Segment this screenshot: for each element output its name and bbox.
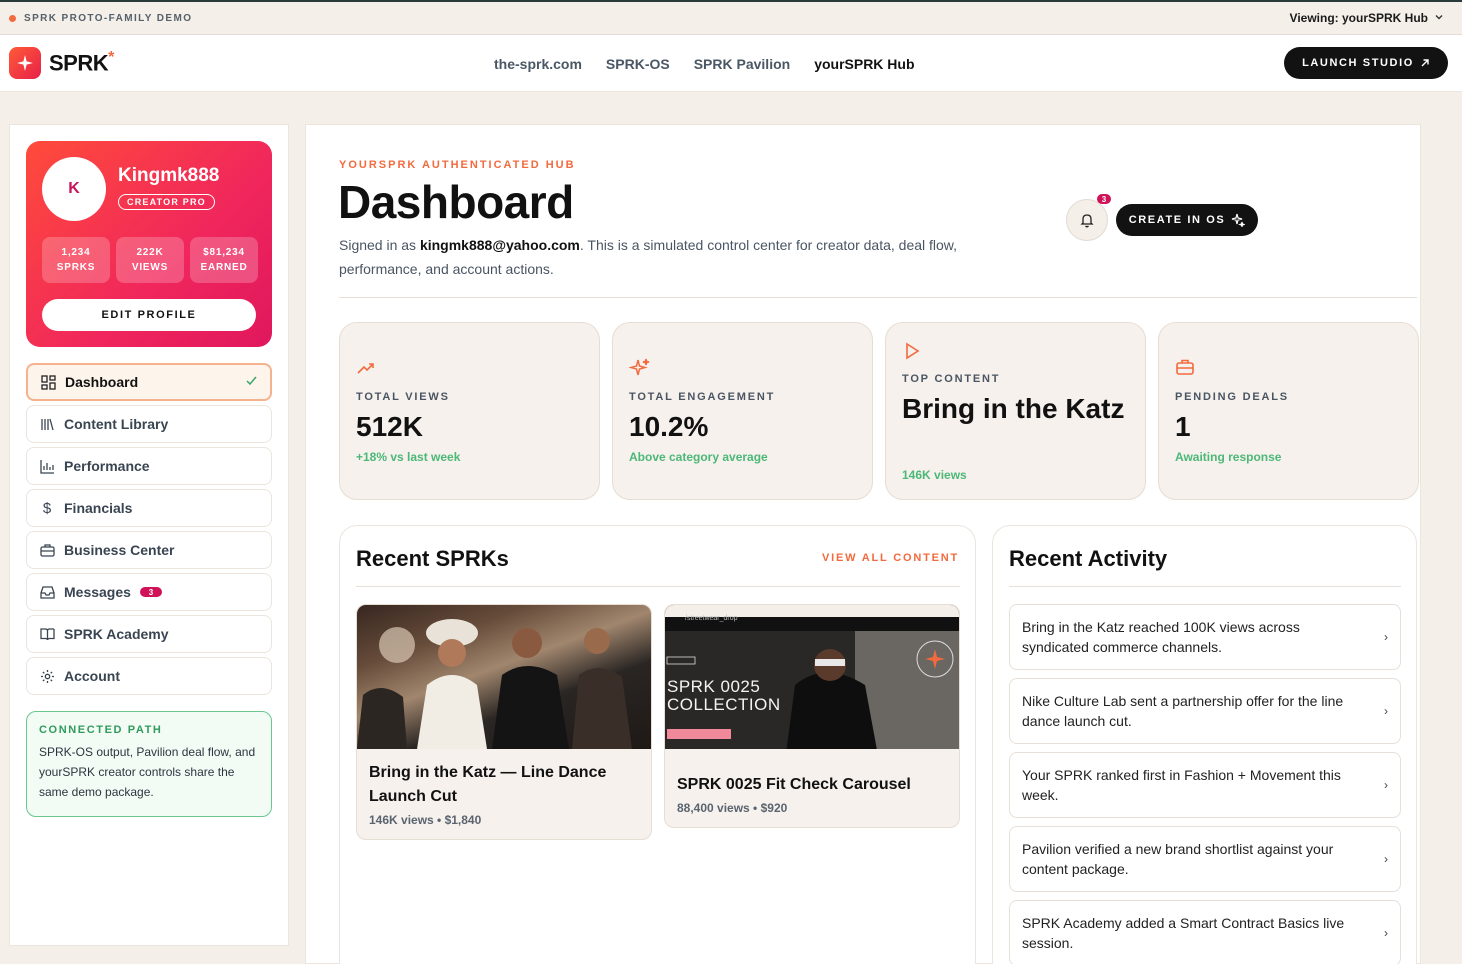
sidebar-item-content-library[interactable]: Content Library — [26, 405, 272, 443]
sidebar-item-dashboard[interactable]: Dashboard — [26, 363, 272, 401]
sprk-card-2[interactable]: /streetwear_drop SPRK 0025 COLLECTION SP… — [664, 604, 960, 828]
banner-text: SPRK PROTO-FAMILY DEMO — [24, 12, 193, 24]
sparkle-icon — [628, 357, 650, 377]
bar-chart-icon — [39, 458, 55, 474]
creator-badge: CREATOR PRO — [118, 194, 215, 210]
launch-studio-button[interactable]: LAUNCH STUDIO — [1284, 47, 1448, 79]
trending-up-icon — [356, 359, 376, 379]
play-icon — [902, 341, 922, 361]
thumb-headline-1: SPRK 0025 — [667, 677, 761, 696]
logo-text: SPRK* — [49, 49, 114, 76]
page-title: Dashboard — [338, 176, 574, 228]
sidebar: K Kingmk888 CREATOR PRO 1,234 SPRKS 222K V… — [9, 124, 289, 946]
main-nav: the-sprk.com SPRK-OS SPRK Pavilion yourS… — [494, 35, 915, 92]
book-icon — [39, 626, 55, 642]
chevron-right-icon: › — [1384, 926, 1388, 940]
activity-divider — [1009, 586, 1401, 587]
top-header: SPRK* the-sprk.com SPRK-OS SPRK Pavilion… — [0, 35, 1462, 92]
status-dot — [9, 14, 16, 22]
profile-name: Kingmk888 — [118, 165, 220, 186]
recent-divider — [356, 586, 960, 587]
connected-path-card: CONNECTED PATH SPRK-OS output, Pavilion … — [26, 711, 272, 817]
stat-earned: $81,234 EARNED — [190, 237, 258, 283]
sidebar-item-account[interactable]: Account — [26, 657, 272, 695]
chevron-down-icon — [1434, 12, 1444, 25]
activity-item[interactable]: Bring in the Katz reached 100K views acr… — [1009, 604, 1401, 670]
sidebar-item-messages[interactable]: Messages 3 — [26, 573, 272, 611]
messages-badge: 3 — [139, 587, 162, 597]
recent-activity-panel: Recent Activity Bring in the Katz reache… — [992, 525, 1417, 964]
kpi-total-engagement[interactable]: TOTAL ENGAGEMENT 10.2% Above category av… — [612, 322, 873, 500]
sprk-card-title: Bring in the Katz — Line Dance Launch Cu… — [369, 764, 607, 805]
sidebar-menu: Dashboard Content Library Performance $ … — [26, 363, 272, 699]
header-divider — [339, 297, 1417, 298]
kpi-pending-deals[interactable]: PENDING DEALS 1 Awaiting response — [1158, 322, 1419, 500]
chevron-right-icon: › — [1384, 704, 1388, 718]
activity-item[interactable]: Pavilion verified a new brand shortlist … — [1009, 826, 1401, 892]
sprk-card-meta: 88,400 views • $920 — [677, 801, 788, 815]
signed-in-email: kingmk888@yahoo.com — [419, 237, 580, 253]
notification-count-badge: 3 — [1097, 194, 1111, 204]
activity-item[interactable]: SPRK Academy added a Smart Contract Basi… — [1009, 900, 1401, 964]
profile-card: K Kingmk888 CREATOR PRO 1,234 SPRKS 222K V… — [26, 141, 272, 347]
sidebar-item-sprk-academy[interactable]: SPRK Academy — [26, 615, 272, 653]
kpi-top-content[interactable]: TOP CONTENT Bring in the Katz 146K views — [885, 322, 1146, 500]
sparkle-icon — [1232, 213, 1246, 227]
check-icon — [245, 374, 258, 390]
sprk-card-1[interactable]: Bring in the Katz — Line Dance Launch Cu… — [356, 604, 652, 840]
sidebar-item-performance[interactable]: Performance — [26, 447, 272, 485]
chevron-right-icon: › — [1384, 852, 1388, 866]
sprk-thumbnail-dance — [357, 605, 651, 749]
connected-path-title: CONNECTED PATH — [39, 724, 163, 736]
sprk-card-title: SPRK 0025 Fit Check Carousel — [677, 776, 911, 793]
viewing-switcher[interactable]: Viewing: yourSPRK Hub — [1290, 11, 1444, 25]
sparkle-logo-icon — [9, 47, 41, 79]
briefcase-icon — [39, 542, 55, 558]
signed-in-text: Signed in as kingmk888@yahoo.com. This i… — [339, 237, 958, 277]
briefcase-icon — [1175, 357, 1195, 377]
gear-icon — [39, 668, 55, 684]
recent-activity-title: Recent Activity — [1009, 546, 1168, 571]
recent-sprks-title: Recent SPRKs — [356, 546, 509, 571]
stat-sprks: 1,234 SPRKS — [42, 237, 110, 283]
nav-sprk-pavilion[interactable]: SPRK Pavilion — [694, 56, 790, 72]
nav-sprk-os[interactable]: SPRK-OS — [606, 56, 670, 72]
grid-icon — [40, 374, 56, 390]
arrow-up-right-icon — [1421, 59, 1429, 67]
create-in-os-button[interactable]: CREATE IN OS — [1116, 204, 1258, 236]
banner-label: SPRK PROTO-FAMILY DEMO — [9, 13, 192, 24]
stat-views: 222K VIEWS — [116, 237, 184, 283]
chevron-right-icon: › — [1384, 778, 1388, 792]
recent-sprks-panel: Recent SPRKs VIEW ALL CONTENT Bring in t… — [339, 525, 976, 964]
notifications-button[interactable] — [1066, 199, 1108, 241]
kpi-total-views[interactable]: TOTAL VIEWS 512K +18% vs last week — [339, 322, 600, 500]
thumb-url-text: /streetwear_drop — [685, 615, 738, 622]
inbox-icon — [39, 584, 55, 600]
activity-list: Bring in the Katz reached 100K views acr… — [1009, 604, 1401, 964]
viewing-label: Viewing: yourSPRK Hub — [1289, 11, 1428, 25]
library-icon — [39, 416, 55, 432]
edit-profile-button[interactable]: EDIT PROFILE — [42, 299, 256, 331]
nav-the-sprk-com[interactable]: the-sprk.com — [494, 56, 582, 72]
demo-banner: SPRK PROTO-FAMILY DEMO Viewing: yourSPRK… — [0, 0, 1462, 35]
hub-eyebrow: YOURSPRK AUTHENTICATED HUB — [339, 159, 576, 171]
thumb-headline-2: COLLECTION — [667, 695, 781, 714]
profile-stats: 1,234 SPRKS 222K VIEWS $81,234 EARNED — [42, 237, 258, 283]
sprk-thumbnail-collection: /streetwear_drop SPRK 0025 COLLECTION — [665, 605, 959, 749]
view-all-content-link[interactable]: VIEW ALL CONTENT — [822, 552, 959, 564]
activity-item[interactable]: Nike Culture Lab sent a partnership offe… — [1009, 678, 1401, 744]
main-content: YOURSPRK AUTHENTICATED HUB Dashboard Sig… — [305, 124, 1421, 964]
avatar[interactable]: K — [42, 157, 106, 221]
connected-path-body: SPRK-OS output, Pavilion deal flow, and … — [39, 745, 256, 799]
sidebar-item-financials[interactable]: $ Financials — [26, 489, 272, 527]
nav-yoursprk-hub[interactable]: yourSPRK Hub — [814, 56, 914, 72]
dollar-icon: $ — [42, 499, 52, 517]
bell-icon — [1080, 214, 1094, 228]
kpi-row: TOTAL VIEWS 512K +18% vs last week TOTAL… — [339, 322, 1419, 500]
sprk-card-meta: 146K views • $1,840 — [369, 813, 482, 827]
activity-item[interactable]: Your SPRK ranked first in Fashion + Move… — [1009, 752, 1401, 818]
chevron-right-icon: › — [1384, 630, 1388, 644]
sidebar-item-business-center[interactable]: Business Center — [26, 531, 272, 569]
sprk-logo[interactable]: SPRK* — [9, 47, 114, 79]
